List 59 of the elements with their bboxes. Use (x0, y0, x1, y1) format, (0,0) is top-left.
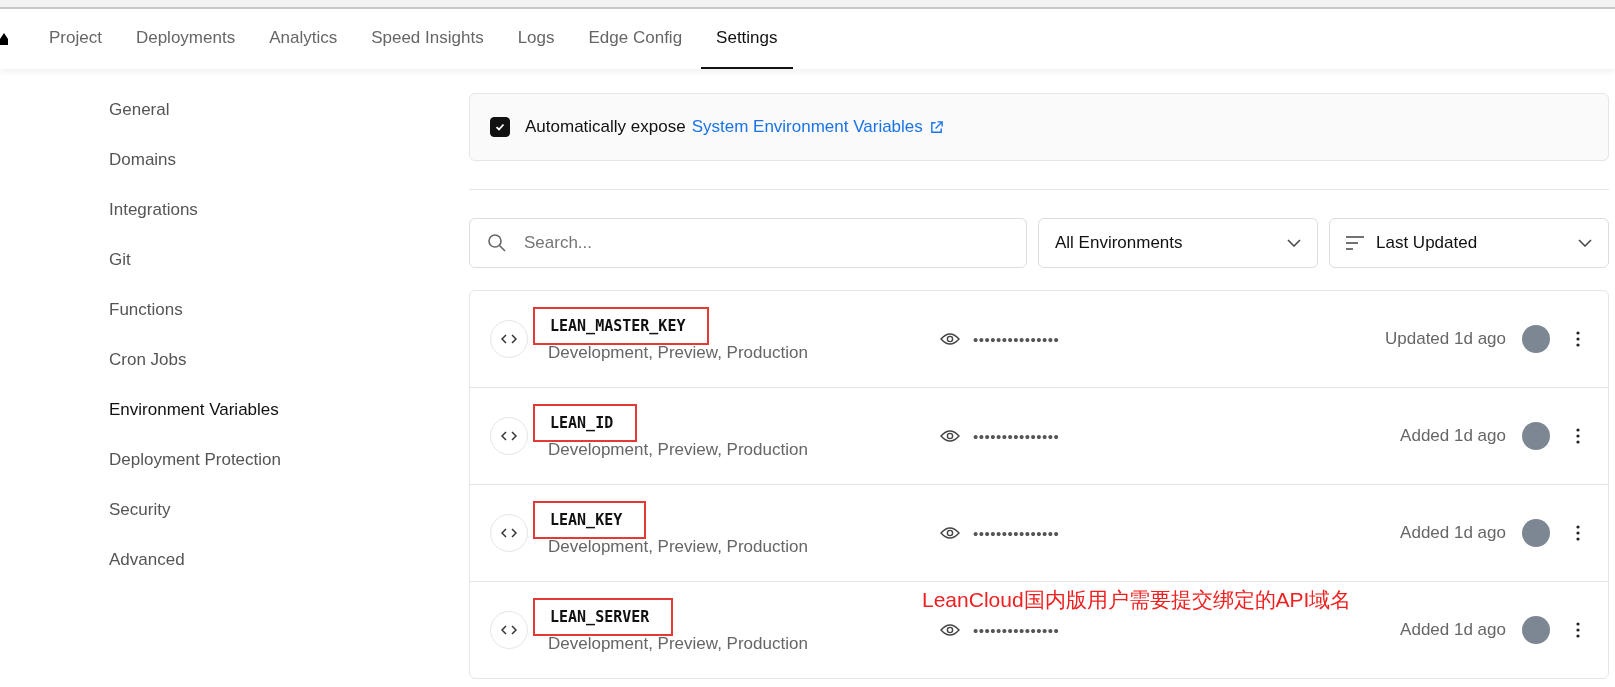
more-options-icon[interactable] (1576, 428, 1580, 444)
chevron-down-icon (1578, 239, 1592, 247)
avatar-placeholder (1522, 422, 1550, 450)
eye-icon[interactable] (940, 526, 960, 540)
masked-value: ••••••••••••••• (973, 427, 1060, 445)
nav-tab[interactable]: Logs (502, 9, 570, 69)
avatar-placeholder (1522, 616, 1550, 644)
sidebar-item[interactable]: Functions (98, 285, 469, 335)
masked-value: ••••••••••••••• (973, 330, 1060, 348)
variable-environments: Development, Preview, Production (548, 537, 809, 557)
variable-name: LEAN_ID (533, 404, 638, 442)
sidebar-item[interactable]: Git (98, 235, 469, 285)
more-options-icon[interactable] (1576, 622, 1580, 638)
expose-label: Automatically expose (525, 117, 686, 137)
sidebar-item[interactable]: Cron Jobs (98, 335, 469, 385)
checkbox[interactable] (490, 117, 510, 137)
sidebar-item[interactable]: General (98, 85, 469, 135)
chevron-down-icon (1287, 239, 1301, 247)
eye-icon[interactable] (940, 623, 960, 637)
variable-environments: Development, Preview, Production (548, 440, 809, 460)
more-options-icon[interactable] (1576, 525, 1580, 541)
search-field[interactable]: Search... (469, 218, 1027, 268)
avatar-placeholder (1522, 325, 1550, 353)
variable-name: LEAN_MASTER_KEY (533, 307, 710, 345)
sidebar-item[interactable]: Environment Variables (98, 385, 469, 435)
variable-name: LEAN_SERVER (533, 598, 674, 636)
updated-time: Added 1d ago (1400, 620, 1506, 640)
nav-tab[interactable]: Analytics (254, 9, 353, 69)
masked-value: ••••••••••••••• (973, 621, 1060, 639)
eye-icon[interactable] (940, 332, 960, 346)
sidebar-item[interactable]: Integrations (98, 185, 469, 235)
variable-environments: Development, Preview, Production (548, 634, 809, 654)
nav-tab[interactable]: Settings (701, 9, 793, 69)
eye-icon[interactable] (940, 429, 960, 443)
annotation-text: LeanCloud国内版用户需要提交绑定的API域名 (922, 587, 1352, 613)
updated-time: Added 1d ago (1400, 426, 1506, 446)
system-env-link[interactable]: System Environment Variables (691, 117, 923, 137)
masked-value: ••••••••••••••• (973, 524, 1060, 542)
nav-tab[interactable]: Project (34, 9, 117, 69)
updated-time: Added 1d ago (1400, 523, 1506, 543)
sidebar-item[interactable]: Deployment Protection (98, 435, 469, 485)
nav-tab[interactable]: Edge Config (573, 9, 698, 69)
nav-tab[interactable]: Deployments (120, 9, 251, 69)
variable-name: LEAN_KEY (533, 501, 647, 539)
updated-time: Updated 1d ago (1385, 329, 1506, 349)
more-options-icon[interactable] (1576, 331, 1580, 347)
sidebar-item[interactable]: Advanced (98, 535, 469, 585)
variable-environments: Development, Preview, Production (548, 343, 809, 363)
external-link-icon (928, 119, 944, 135)
sidebar-item[interactable]: Domains (98, 135, 469, 185)
nav-tab[interactable]: Speed Insights (356, 9, 499, 69)
avatar-placeholder (1522, 519, 1550, 547)
checkmark-icon (494, 121, 506, 133)
search-icon (487, 233, 507, 253)
sort-dropdown[interactable]: Last Updated (1329, 218, 1609, 268)
triangle-logo-icon (0, 33, 8, 45)
sidebar-item[interactable]: Security (98, 485, 469, 535)
sort-lines-icon (1346, 236, 1364, 250)
environment-dropdown[interactable]: All Environments (1038, 218, 1318, 268)
